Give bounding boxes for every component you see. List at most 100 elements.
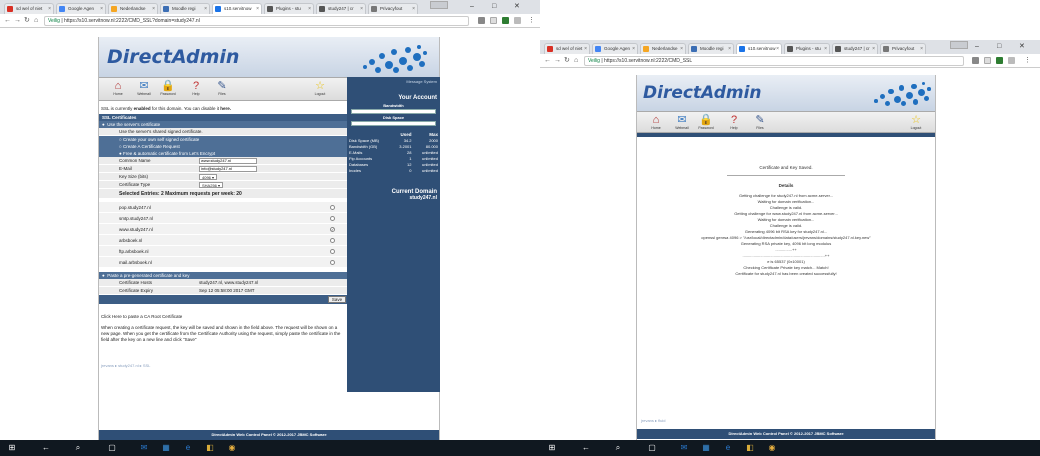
domain-checkbox[interactable] xyxy=(330,215,335,221)
toolbar-help-button[interactable]: ? Help xyxy=(723,114,745,130)
domain-checkbox[interactable]: ✓ xyxy=(330,226,335,232)
outlook-icon[interactable]: ✉ xyxy=(678,442,690,454)
close-window-button[interactable]: ✕ xyxy=(514,0,520,14)
close-tab-icon[interactable]: × xyxy=(256,4,259,14)
toolbar-files-button[interactable]: ✎ Files xyxy=(749,114,771,130)
save-button[interactable]: Save xyxy=(328,296,346,303)
toolbar-logout-button[interactable]: ☆ Logout xyxy=(905,114,927,130)
back-icon[interactable]: ← xyxy=(4,16,11,26)
close-tab-icon[interactable]: × xyxy=(204,4,207,14)
close-tab-icon[interactable]: × xyxy=(776,44,779,54)
extension-icon-right[interactable] xyxy=(996,57,1003,64)
translate-icon[interactable] xyxy=(478,17,485,24)
close-tab-icon[interactable]: × xyxy=(412,4,415,14)
extension-icon-right-2[interactable] xyxy=(1008,57,1015,64)
radio-cert-request[interactable]: ○ Create A Certificate Request xyxy=(99,143,347,150)
left-tab-5[interactable]: Plugins - stu × xyxy=(264,3,314,14)
menu-icon[interactable]: ⋮ xyxy=(528,16,535,26)
minimize-button[interactable]: – xyxy=(470,0,474,14)
ca-root-link[interactable]: Click Here to paste a CA Root Certificat… xyxy=(99,304,347,323)
close-tab-icon[interactable]: × xyxy=(584,44,587,54)
domain-checkbox[interactable] xyxy=(330,237,335,243)
toolbar-home-button[interactable]: ⌂ Home xyxy=(645,114,667,130)
domain-row[interactable]: smtp.study247.nl xyxy=(99,213,347,224)
keysize-select[interactable]: 4096 ▾ xyxy=(199,173,218,180)
back-icon[interactable]: ← xyxy=(40,442,52,454)
close-tab-icon[interactable]: × xyxy=(632,44,635,54)
domain-row[interactable]: arbsboek.nl xyxy=(99,235,347,246)
maximize-button[interactable]: □ xyxy=(492,0,496,14)
office-icon[interactable]: ◧ xyxy=(744,442,756,454)
outlook-icon[interactable]: ✉ xyxy=(138,442,150,454)
radio-self-signed[interactable]: ○ Create your own self signed certificat… xyxy=(99,136,347,143)
email-input[interactable] xyxy=(199,165,257,172)
extension-icon[interactable] xyxy=(502,17,509,24)
chrome-icon[interactable]: ◉ xyxy=(226,442,238,454)
forward-icon-right[interactable]: → xyxy=(554,56,561,66)
search-icon[interactable]: ⌕ xyxy=(612,442,624,454)
office-icon[interactable]: ◧ xyxy=(204,442,216,454)
close-tab-icon[interactable]: × xyxy=(680,44,683,54)
breadcrumb[interactable]: jrevans ▸ study247.nl ▸ SSL xyxy=(99,345,347,368)
left-tab-1[interactable]: Google Agen × xyxy=(56,3,106,14)
breadcrumb-right[interactable]: jrevans ▸ fluid xyxy=(641,418,665,423)
domain-row[interactable]: mail.arbsboek.nl xyxy=(99,257,347,268)
domain-checkbox[interactable] xyxy=(330,204,335,210)
back-icon[interactable]: ← xyxy=(580,442,592,454)
domain-row[interactable]: pop.study247.nl xyxy=(99,202,347,213)
url-input[interactable]: Veilig | https://s10.servitnow.nl:2222/C… xyxy=(44,16,469,26)
forward-icon[interactable]: → xyxy=(14,16,21,26)
close-tab-icon[interactable]: × xyxy=(360,4,363,14)
close-tab-icon[interactable]: × xyxy=(728,44,731,54)
translate-icon-right[interactable] xyxy=(972,57,979,64)
photos-icon[interactable]: ▦ xyxy=(160,442,172,454)
close-window-button-right[interactable]: ✕ xyxy=(1019,40,1025,54)
radio-use-server-cert[interactable]: ● Use the server's certificate xyxy=(99,121,347,128)
maximize-button-right[interactable]: □ xyxy=(997,40,1001,54)
toolbar-logout-button[interactable]: ☆ Logout xyxy=(309,80,331,96)
right-tab-3[interactable]: Moodle regi × xyxy=(688,43,734,54)
right-tab-0[interactable]: sd wel of niet × xyxy=(544,43,590,54)
toolbar-password-button[interactable]: 🔒 Password xyxy=(157,80,179,96)
toolbar-help-button[interactable]: ? Help xyxy=(185,80,207,96)
left-tab-6[interactable]: study247 | cr × xyxy=(316,3,366,14)
close-tab-icon[interactable]: × xyxy=(920,44,923,54)
extension-icon-2[interactable] xyxy=(514,17,521,24)
disable-ssl-link[interactable]: here. xyxy=(220,106,231,111)
left-tab-0[interactable]: sd wel of niet × xyxy=(4,3,54,14)
close-tab-icon[interactable]: × xyxy=(48,4,51,14)
close-tab-icon[interactable]: × xyxy=(872,44,875,54)
reload-icon[interactable]: ↻ xyxy=(24,16,30,26)
profile-button-right[interactable] xyxy=(950,41,968,49)
toolbar-files-button[interactable]: ✎ Files xyxy=(211,80,233,96)
edge-icon[interactable]: e xyxy=(722,442,734,454)
toolbar-webmail-button[interactable]: ✉ Webmail xyxy=(133,80,155,96)
left-tab-3[interactable]: Moodle regi × xyxy=(160,3,210,14)
toolbar-password-button[interactable]: 🔒 Password xyxy=(695,114,717,130)
windows-start-icon[interactable]: ⊞ xyxy=(546,442,558,454)
chrome-icon[interactable]: ◉ xyxy=(766,442,778,454)
task-view-icon[interactable]: ▢ xyxy=(106,442,118,454)
domain-list[interactable]: pop.study247.nl smtp.study247.nl www.study… xyxy=(99,202,347,268)
right-tab-6[interactable]: study247 | cr × xyxy=(832,43,878,54)
menu-icon-right[interactable]: ⋮ xyxy=(1024,56,1031,66)
right-tab-5[interactable]: Plugins - stu × xyxy=(784,43,830,54)
close-tab-icon[interactable]: × xyxy=(100,4,103,14)
domain-row[interactable]: ftp.arbsboek.nl xyxy=(99,246,347,257)
right-tab-4[interactable]: s10.servitnow × xyxy=(736,43,782,54)
windows-start-icon[interactable]: ⊞ xyxy=(6,442,18,454)
url-input-right[interactable]: Veilig | https://s10.servitnow.nl:2222/C… xyxy=(584,56,964,66)
back-icon-right[interactable]: ← xyxy=(544,56,551,66)
domain-checkbox[interactable] xyxy=(330,248,335,254)
message-system-link[interactable]: Message System xyxy=(347,77,440,84)
minimize-button-right[interactable]: – xyxy=(975,40,979,54)
common-name-input[interactable] xyxy=(199,157,257,164)
home-nav-icon-right[interactable]: ⌂ xyxy=(574,56,578,66)
close-tab-icon[interactable]: × xyxy=(152,4,155,14)
domain-row[interactable]: www.study247.nl ✓ xyxy=(99,224,347,235)
domain-checkbox[interactable] xyxy=(330,259,335,265)
right-tab-1[interactable]: Google Agen × xyxy=(592,43,638,54)
reload-icon-right[interactable]: ↻ xyxy=(564,56,570,66)
task-view-icon[interactable]: ▢ xyxy=(646,442,658,454)
photos-icon[interactable]: ▦ xyxy=(700,442,712,454)
